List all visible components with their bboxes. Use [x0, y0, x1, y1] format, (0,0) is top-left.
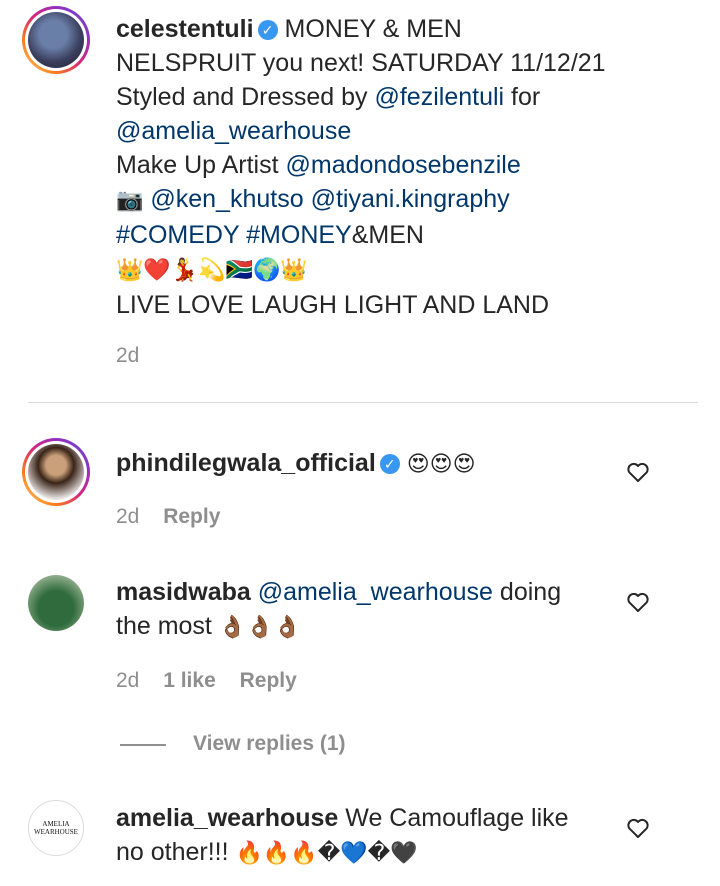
comment-username[interactable]: masidwaba: [116, 578, 251, 606]
comment-avatar[interactable]: [28, 575, 84, 631]
comment-avatar[interactable]: AMELIA WEARHOUSE: [28, 800, 84, 856]
comment-username[interactable]: amelia_wearhouse: [116, 804, 338, 832]
mention-link[interactable]: @tiyani.kingraphy: [311, 185, 510, 213]
hashtag-link[interactable]: #COMEDY: [116, 221, 239, 249]
mention-link[interactable]: @madondosebenzile: [286, 151, 521, 179]
divider: [28, 402, 698, 403]
hashtag-link[interactable]: #MONEY: [246, 221, 352, 249]
caption-username[interactable]: celestentuli: [116, 15, 254, 43]
comment-time: 2d: [116, 505, 140, 528]
mention-link[interactable]: @amelia_wearhouse: [258, 578, 493, 606]
comment-text: phindilegwala_official ✓ 😍😍😍: [116, 449, 476, 477]
caption-avatar[interactable]: [22, 6, 90, 74]
brand-logo: AMELIA WEARHOUSE: [34, 820, 78, 836]
heart-outline-icon[interactable]: [626, 460, 650, 484]
view-replies-button[interactable]: View replies (1): [193, 732, 346, 756]
reply-button[interactable]: Reply: [240, 669, 297, 692]
likes-count[interactable]: 1 like: [163, 669, 216, 692]
heart-outline-icon[interactable]: [626, 816, 650, 840]
verified-badge-icon: ✓: [379, 454, 400, 474]
caption-text: celestentuli ✓ MONEY & MEN NELSPRUIT you …: [116, 15, 606, 319]
comment-time: 2d: [116, 669, 140, 692]
heart-outline-icon[interactable]: [626, 590, 650, 614]
mention-link[interactable]: @fezilentuli: [374, 83, 504, 111]
view-replies-line: [120, 744, 166, 746]
camera-icon: 📷: [116, 188, 144, 213]
mention-link[interactable]: @amelia_wearhouse: [116, 117, 351, 145]
comment-text: amelia_wearhouse We Camouflage like no o…: [116, 804, 569, 866]
caption-emoji-row: 👑❤️💃💫🇿🇦🌍👑: [116, 258, 308, 283]
reply-button[interactable]: Reply: [163, 505, 220, 528]
comment-avatar[interactable]: [22, 438, 90, 506]
verified-badge-icon: ✓: [257, 20, 278, 40]
comment-meta: 2d 1 like Reply: [116, 669, 315, 693]
comment-text: masidwaba @amelia_wearhouse doing the mo…: [116, 578, 562, 640]
comment-meta: 2d Reply: [116, 505, 238, 529]
mention-link[interactable]: @ken_khutso: [150, 185, 303, 213]
caption-time: 2d: [116, 344, 140, 367]
caption-meta: 2d: [116, 344, 157, 368]
comment-username[interactable]: phindilegwala_official: [116, 449, 376, 477]
